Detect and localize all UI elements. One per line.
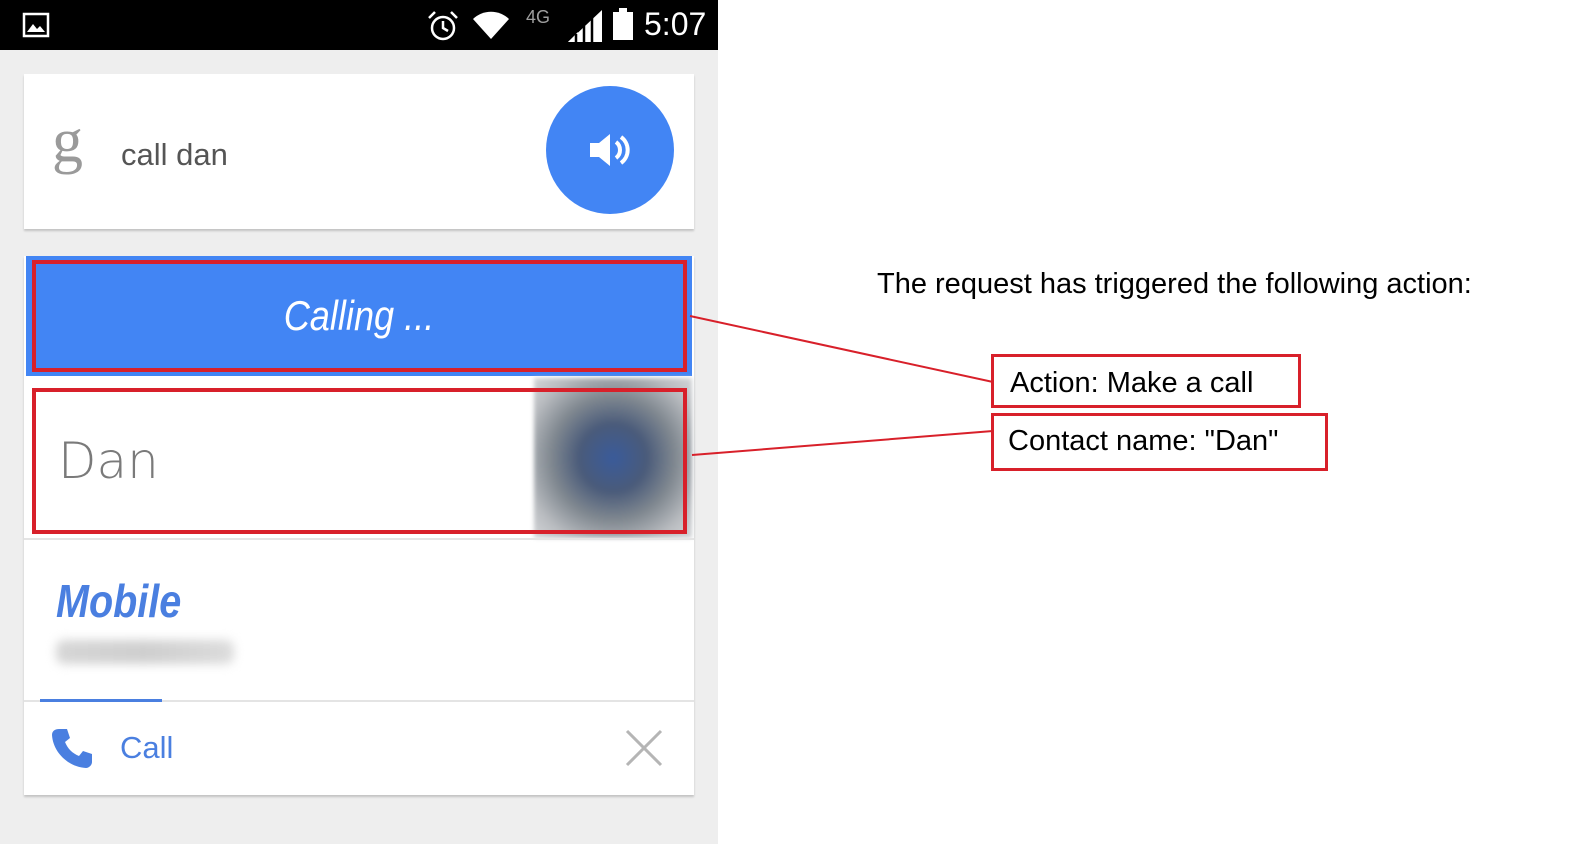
annotation-action: Action: Make a call [991, 354, 1301, 408]
highlight-calling-banner [32, 260, 687, 372]
clock: 5:07 [644, 6, 707, 42]
status-bar: 4G 5:07 [0, 0, 718, 50]
speaker-button[interactable] [546, 86, 674, 214]
network-type: 4G [526, 7, 551, 27]
annotation-heading: The request has triggered the following … [877, 268, 1472, 300]
gallery-icon [22, 12, 50, 38]
alarm-icon [428, 11, 458, 41]
close-icon[interactable] [622, 728, 666, 768]
search-query[interactable]: call dan [121, 137, 228, 173]
speaker-icon [590, 134, 630, 166]
battery-icon [613, 8, 633, 40]
phone-screen: 4G 5:07 g call dan Calling ... Dan Mobil… [0, 0, 718, 844]
phone-number-blurred [56, 640, 234, 664]
highlight-contact-row [32, 388, 687, 534]
signal-icon [568, 10, 602, 42]
connector-contact [691, 430, 994, 456]
call-label: Call [120, 730, 174, 765]
call-button[interactable]: Call [40, 720, 200, 776]
connector-action [689, 315, 994, 383]
phone-icon [52, 729, 92, 768]
wifi-icon [473, 11, 509, 39]
countdown-progress [40, 699, 162, 702]
phone-type-label[interactable]: Mobile [56, 574, 181, 628]
annotation-contact: Contact name: "Dan" [991, 413, 1328, 471]
google-logo: g [52, 107, 83, 175]
divider [24, 538, 694, 540]
